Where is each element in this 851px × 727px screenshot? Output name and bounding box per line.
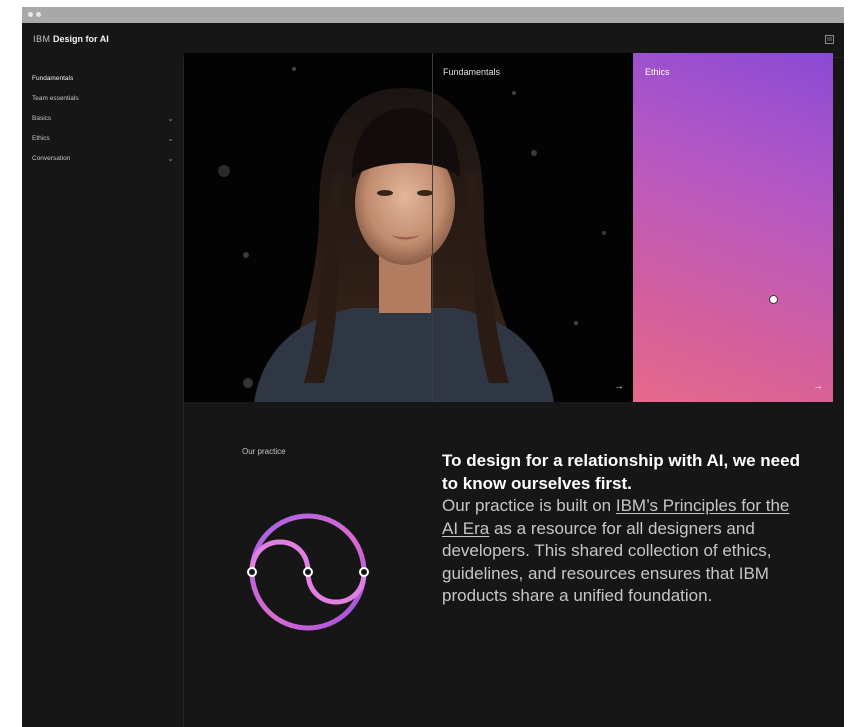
sidebar-item-label: Team essentials (32, 95, 79, 102)
portrait-illustration (184, 53, 633, 402)
practice-body-intro: Our practice is built on (442, 496, 616, 515)
practice-description: To design for a relationship with AI, we… (442, 450, 802, 608)
arrow-right-icon[interactable]: → (813, 381, 823, 392)
chevron-down-icon: ⌄ (167, 114, 174, 123)
chevron-down-icon: ⌄ (167, 134, 174, 143)
brand-logo[interactable]: IBM Design for AI (33, 34, 109, 44)
chevron-down-icon: ⌄ (167, 154, 174, 163)
window-dot-close[interactable] (28, 12, 33, 17)
hero-divider (432, 53, 433, 402)
sidebar-item-label: Basics (32, 115, 52, 122)
sidebar-item-conversation[interactable]: Conversation ⌄ (32, 150, 174, 168)
sidebar-item-fundamentals[interactable]: Fundamentals (32, 70, 174, 88)
window-chrome (22, 7, 844, 23)
brand-prefix: IBM (33, 34, 51, 44)
arrow-right-icon[interactable]: → (614, 381, 624, 392)
sidebar-item-team-essentials[interactable]: Team essentials (32, 90, 174, 108)
brand-title: Design for AI (53, 34, 109, 44)
practice-headline: To design for a relationship with AI, we… (442, 451, 800, 493)
ethics-panel[interactable]: Ethics → (633, 53, 833, 402)
window-dot-minimize[interactable] (36, 12, 41, 17)
sidebar-item-label: Conversation (32, 155, 71, 162)
sidebar-item-label: Fundamentals (32, 75, 74, 82)
hero-portrait-image[interactable]: Fundamentals → (184, 53, 633, 402)
practice-body-rest: as a resource for all designers and deve… (442, 518, 772, 606)
panel-label-fundamentals[interactable]: Fundamentals (443, 67, 500, 77)
panel-label-ethics[interactable]: Ethics (645, 67, 670, 77)
sidebar-item-basics[interactable]: Basics ⌄ (32, 110, 174, 128)
sidebar-item-label: Ethics (32, 135, 50, 142)
cursor-icon (769, 295, 778, 304)
menu-icon[interactable] (825, 35, 834, 44)
practice-logo-icon (247, 513, 369, 631)
section-label: Our practice (242, 447, 286, 456)
sidebar-nav: Fundamentals Team essentials Basics ⌄ Et… (22, 57, 184, 727)
sidebar-item-ethics[interactable]: Ethics ⌄ (32, 130, 174, 148)
browser-window: IBM Design for AI Fundamentals Team esse… (22, 7, 844, 727)
